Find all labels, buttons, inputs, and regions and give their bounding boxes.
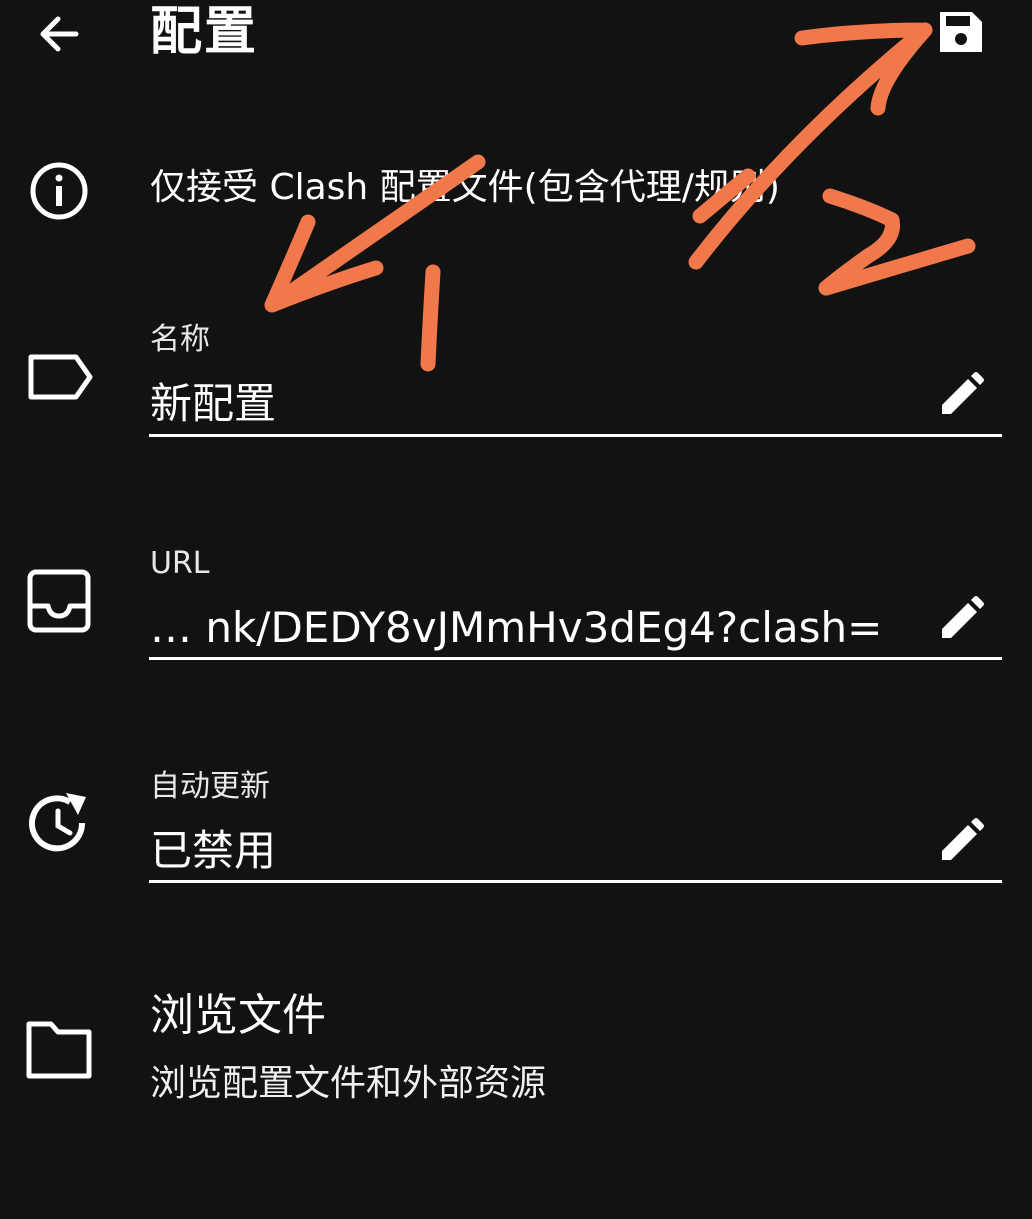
update-clock-icon (24, 789, 94, 859)
auto-update-field[interactable]: 已禁用 (150, 821, 920, 881)
save-icon (940, 12, 982, 52)
pencil-icon (942, 372, 984, 414)
pencil-icon (942, 818, 984, 860)
arrow-back-icon (40, 16, 79, 52)
folder-icon (24, 1014, 94, 1084)
back-button[interactable] (28, 6, 92, 62)
label-tag-icon (24, 342, 94, 412)
auto-update-field-label: 自动更新 (150, 769, 270, 804)
name-field-underline (149, 434, 1002, 437)
auto-update-field-underline (149, 880, 1002, 883)
edit-name-button[interactable] (936, 370, 986, 420)
name-field-label: 名称 (150, 322, 210, 357)
url-field[interactable]: … nk/DEDY8vJMmHv3dEg4?clash= (150, 598, 926, 658)
page-title: 配置 (150, 2, 259, 62)
browse-files-subtitle: 浏览配置文件和外部资源 (150, 1063, 547, 1104)
annotation-label-1: 1 (0, 0, 1, 1)
info-text: 仅接受 Clash 配置文件(包含代理/规则) (150, 167, 780, 208)
edit-url-button[interactable] (936, 594, 986, 644)
name-field[interactable]: 新配置 (150, 374, 920, 434)
inbox-icon (24, 566, 94, 636)
info-icon (28, 160, 90, 222)
annotation-numeral-2 (818, 188, 976, 296)
url-field-underline (149, 657, 1002, 660)
browse-files-title: 浏览文件 (150, 990, 326, 1041)
edit-auto-update-button[interactable] (936, 816, 986, 866)
pencil-icon (942, 596, 984, 638)
annotation-arrow-2 (688, 22, 933, 270)
save-button[interactable] (926, 2, 994, 62)
url-field-label: URL (150, 546, 210, 581)
annotation-numeral-1 (420, 264, 441, 372)
